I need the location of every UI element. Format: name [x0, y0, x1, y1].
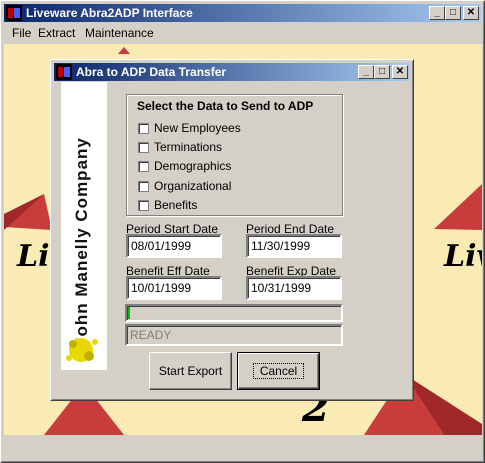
menu-file[interactable]: File — [12, 26, 31, 40]
maximize-icon: □ — [378, 66, 386, 77]
transfer-dialog: Abra to ADP Data Transfer _ □ ✕ John Man… — [50, 59, 414, 401]
main-title: Liveware Abra2ADP Interface — [26, 6, 193, 20]
data-selection-group: Select the Data to Send to ADP New Emplo… — [126, 94, 343, 216]
close-icon: ✕ — [395, 66, 405, 77]
logo-text: John Manelly Company — [72, 137, 91, 347]
status-text: READY — [130, 328, 172, 342]
benefit-eff-field[interactable]: 10/01/1999 — [126, 276, 222, 300]
close-icon: ✕ — [466, 7, 476, 18]
checkbox-label: Demographics — [154, 159, 232, 173]
checkbox-label: New Employees — [154, 121, 241, 135]
start-export-label: Start Export — [158, 364, 223, 378]
period-end-field[interactable]: 11/30/1999 — [246, 234, 342, 258]
menu-bar: File Extract Maintenance — [4, 24, 482, 42]
minimize-icon: _ — [363, 66, 369, 77]
dialog-title: Abra to ADP Data Transfer — [76, 65, 227, 79]
benefit-exp-field[interactable]: 10/31/1999 — [246, 276, 342, 300]
checkbox-label: Organizational — [154, 179, 232, 193]
dialog-icon[interactable] — [56, 64, 72, 80]
minimize-button[interactable]: _ — [429, 6, 445, 20]
menu-extract[interactable]: Extract — [38, 26, 75, 40]
group-title: Select the Data to Send to ADP — [137, 99, 314, 113]
close-button[interactable]: ✕ — [463, 6, 479, 20]
main-titlebar[interactable]: Liveware Abra2ADP Interface _ □ ✕ — [4, 4, 481, 22]
checkbox-benefits[interactable]: Benefits — [138, 198, 197, 212]
progress-fill — [128, 307, 130, 319]
company-logo: John Manelly Company — [61, 82, 107, 370]
cancel-button[interactable]: Cancel — [237, 352, 320, 390]
checkbox-label: Terminations — [154, 140, 223, 154]
checkbox-label: Benefits — [154, 198, 198, 212]
dialog-maximize-button[interactable]: □ — [374, 65, 390, 79]
menu-maintenance[interactable]: Maintenance — [85, 26, 154, 40]
minimize-icon: _ — [434, 7, 440, 18]
maximize-icon: □ — [449, 7, 457, 18]
app-icon[interactable] — [6, 5, 22, 21]
checkbox-demographics[interactable]: Demographics — [138, 159, 231, 173]
background-text-right: Liv — [444, 239, 482, 274]
benefit-eff-value: 10/01/1999 — [131, 281, 192, 295]
benefit-exp-value: 10/31/1999 — [251, 281, 312, 295]
progress-bar — [125, 304, 343, 322]
dialog-minimize-button[interactable]: _ — [358, 65, 374, 79]
checkbox-organizational[interactable]: Organizational — [138, 179, 231, 193]
checkbox-terminations[interactable]: Terminations — [138, 140, 222, 154]
cancel-label: Cancel — [252, 363, 305, 379]
maximize-button[interactable]: □ — [445, 6, 461, 20]
start-export-button[interactable]: Start Export — [149, 352, 232, 390]
checkbox-new-employees[interactable]: New Employees — [138, 121, 241, 135]
period-start-field[interactable]: 08/01/1999 — [126, 234, 222, 258]
main-status-bar — [4, 437, 482, 461]
status-field: READY — [125, 324, 343, 346]
logo-emblem — [66, 338, 98, 362]
dialog-titlebar[interactable]: Abra to ADP Data Transfer _ □ ✕ — [54, 63, 410, 81]
period-end-value: 11/30/1999 — [251, 239, 311, 253]
dialog-close-button[interactable]: ✕ — [392, 65, 408, 79]
period-start-value: 08/01/1999 — [131, 239, 192, 253]
